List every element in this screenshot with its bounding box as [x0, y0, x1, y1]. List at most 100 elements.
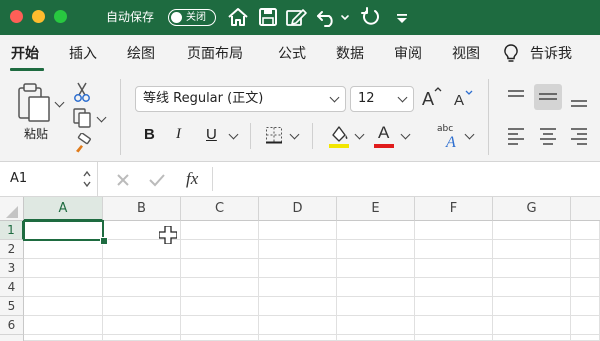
- cell-e1[interactable]: [337, 221, 415, 240]
- cell-d1[interactable]: [259, 221, 337, 240]
- tab-insert[interactable]: 插入: [69, 45, 97, 63]
- borders-icon[interactable]: [265, 126, 283, 144]
- cell-f5[interactable]: [415, 297, 493, 316]
- phonetic-chevron-down-icon[interactable]: [464, 129, 475, 140]
- save-icon[interactable]: [256, 6, 280, 28]
- cell-g6[interactable]: [493, 316, 571, 335]
- underline-button[interactable]: U: [206, 126, 217, 143]
- italic-button[interactable]: I: [176, 126, 181, 143]
- cell-x1[interactable]: [571, 221, 600, 240]
- cell-g4[interactable]: [493, 278, 571, 297]
- row-header-6[interactable]: 6: [0, 316, 24, 335]
- format-painter-icon[interactable]: [73, 133, 93, 153]
- row-header-2[interactable]: 2: [0, 240, 24, 259]
- align-center-icon[interactable]: [538, 127, 558, 145]
- font-color-chevron-down-icon[interactable]: [400, 129, 411, 140]
- cell-d2[interactable]: [259, 240, 337, 259]
- row-header-5[interactable]: 5: [0, 297, 24, 316]
- edit-icon[interactable]: [284, 6, 308, 28]
- cell-a5[interactable]: [24, 297, 103, 316]
- cell-a4[interactable]: [24, 278, 103, 297]
- cell-f4[interactable]: [415, 278, 493, 297]
- cell-g3[interactable]: [493, 259, 571, 278]
- decrease-font-size-icon[interactable]: A: [452, 87, 474, 111]
- cell-g1[interactable]: [493, 221, 571, 240]
- column-header-e[interactable]: E: [337, 197, 415, 221]
- cut-icon[interactable]: [73, 81, 91, 103]
- insert-function-button[interactable]: fx: [186, 169, 198, 189]
- tab-data[interactable]: 数据: [336, 45, 364, 63]
- align-bottom-icon[interactable]: [569, 93, 589, 109]
- align-left-icon[interactable]: [506, 127, 526, 145]
- cell-x2[interactable]: [571, 240, 600, 259]
- select-all-corner[interactable]: [0, 197, 24, 221]
- cell-a3[interactable]: [24, 259, 103, 278]
- cell-x5[interactable]: [571, 297, 600, 316]
- cell-a6[interactable]: [24, 316, 103, 335]
- tab-home[interactable]: 开始: [11, 45, 39, 63]
- home-icon[interactable]: [226, 6, 250, 28]
- cell-b3[interactable]: [103, 259, 181, 278]
- paste-chevron-down-icon[interactable]: [54, 97, 65, 108]
- paste-icon[interactable]: [16, 83, 52, 123]
- cell-d3[interactable]: [259, 259, 337, 278]
- cell-xx[interactable]: [571, 335, 600, 341]
- name-box-stepper-icon[interactable]: [83, 170, 91, 188]
- column-header-c[interactable]: C: [181, 197, 259, 221]
- cell-c2[interactable]: [181, 240, 259, 259]
- cell-b6[interactable]: [103, 316, 181, 335]
- active-cell-a1[interactable]: [23, 220, 104, 241]
- copy-icon[interactable]: [72, 108, 92, 128]
- redo-icon[interactable]: [359, 6, 383, 28]
- cell-c3[interactable]: [181, 259, 259, 278]
- cell-x6[interactable]: [571, 316, 600, 335]
- font-name-dropdown[interactable]: 等线 Regular (正文): [135, 86, 346, 112]
- cell-c1[interactable]: [181, 221, 259, 240]
- phonetic-guide-icon[interactable]: A: [445, 131, 461, 149]
- undo-icon[interactable]: [315, 6, 339, 28]
- fill-handle[interactable]: [100, 237, 108, 245]
- cell-e4[interactable]: [337, 278, 415, 297]
- copy-chevron-down-icon[interactable]: [96, 112, 107, 123]
- row-header-1[interactable]: 1: [0, 221, 24, 240]
- tab-view[interactable]: 视图: [452, 45, 480, 63]
- cell-e6[interactable]: [337, 316, 415, 335]
- row-header-4[interactable]: 4: [0, 278, 24, 297]
- align-right-icon[interactable]: [569, 127, 589, 145]
- tab-tell-me[interactable]: 告诉我: [530, 45, 572, 63]
- cell-ex[interactable]: [337, 335, 415, 341]
- cell-ax[interactable]: [24, 335, 103, 341]
- column-header-f[interactable]: F: [415, 197, 493, 221]
- customize-toolbar-icon[interactable]: [394, 6, 410, 28]
- cell-cx[interactable]: [181, 335, 259, 341]
- cell-dx[interactable]: [259, 335, 337, 341]
- cell-fx[interactable]: [415, 335, 493, 341]
- undo-chevron-down-icon[interactable]: [339, 6, 351, 28]
- tab-review[interactable]: 审阅: [394, 45, 422, 63]
- cell-f6[interactable]: [415, 316, 493, 335]
- name-box[interactable]: A1: [0, 162, 98, 196]
- cancel-formula-icon[interactable]: [115, 172, 131, 188]
- cell-g2[interactable]: [493, 240, 571, 259]
- cell-b5[interactable]: [103, 297, 181, 316]
- bold-button[interactable]: B: [144, 126, 155, 143]
- cell-c5[interactable]: [181, 297, 259, 316]
- cell-e5[interactable]: [337, 297, 415, 316]
- fill-color-chevron-down-icon[interactable]: [354, 129, 365, 140]
- font-size-dropdown[interactable]: 12: [350, 86, 414, 112]
- cell-a2[interactable]: [24, 240, 103, 259]
- cell-x3[interactable]: [571, 259, 600, 278]
- cell-d5[interactable]: [259, 297, 337, 316]
- column-header-b[interactable]: B: [103, 197, 181, 221]
- cell-d6[interactable]: [259, 316, 337, 335]
- cell-x4[interactable]: [571, 278, 600, 297]
- cell-gx[interactable]: [493, 335, 571, 341]
- tab-draw[interactable]: 绘图: [127, 45, 155, 63]
- align-middle-button[interactable]: [534, 84, 562, 110]
- borders-chevron-down-icon[interactable]: [289, 129, 300, 140]
- confirm-formula-icon[interactable]: [148, 172, 166, 188]
- autosave-toggle[interactable]: 关闭: [168, 9, 216, 26]
- column-header-a[interactable]: A: [24, 197, 103, 221]
- cell-e2[interactable]: [337, 240, 415, 259]
- formula-input[interactable]: [214, 162, 600, 196]
